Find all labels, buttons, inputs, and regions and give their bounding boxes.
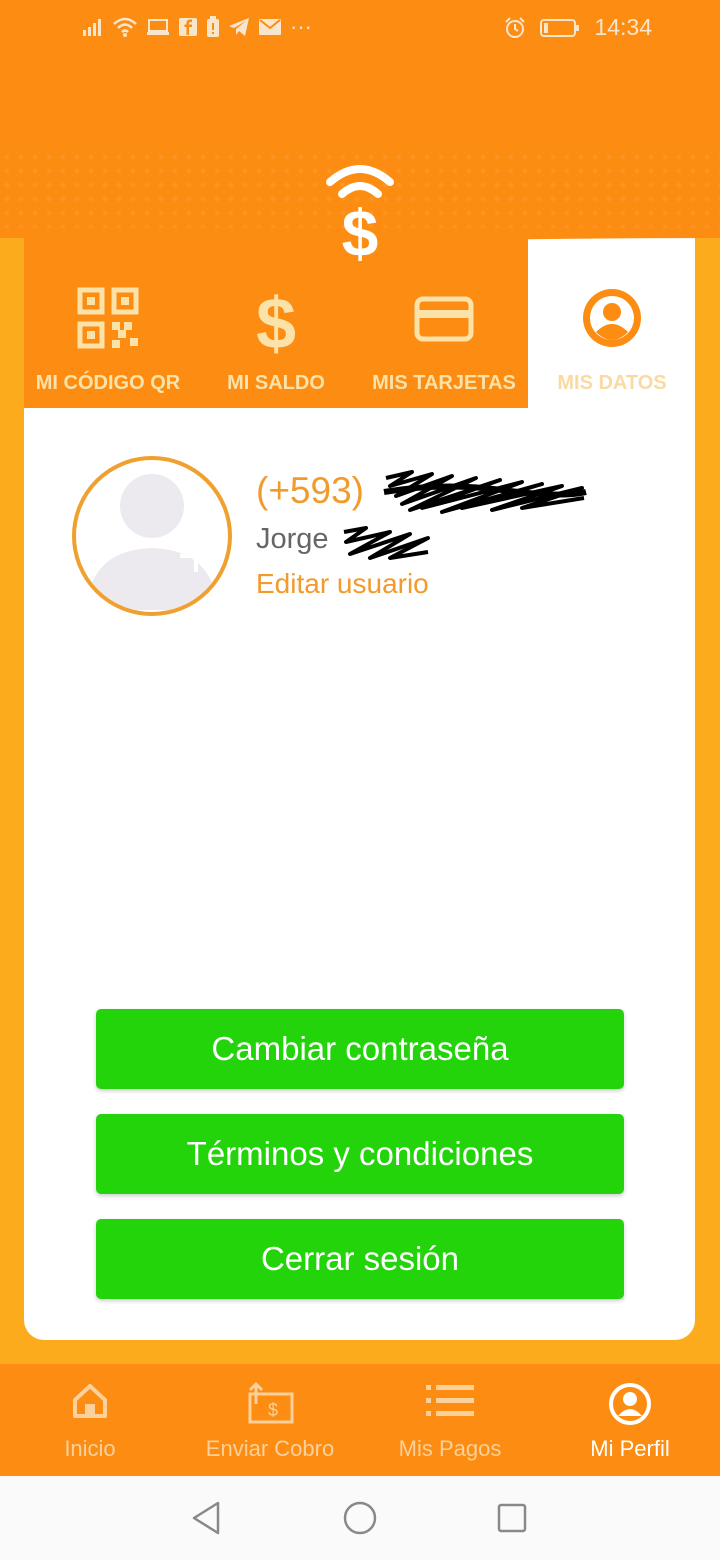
telegram-icon bbox=[229, 18, 249, 36]
tab-label: MIS DATOS bbox=[557, 372, 667, 394]
tab-mi-saldo[interactable]: $ MI SALDO bbox=[192, 280, 360, 408]
app-logo-icon: $ bbox=[326, 165, 394, 264]
add-photo-avatar-icon bbox=[86, 474, 218, 610]
send-payment-icon: $ bbox=[248, 1382, 294, 1424]
avatar[interactable] bbox=[72, 456, 232, 616]
recents-icon[interactable] bbox=[496, 1500, 528, 1536]
nav-item-mi-perfil[interactable]: Mi Perfil bbox=[540, 1364, 720, 1476]
battery-icon bbox=[540, 18, 580, 37]
nav-item-enviar-cobro[interactable]: $ Enviar Cobro bbox=[180, 1364, 360, 1476]
more-icon: ··· bbox=[290, 14, 312, 39]
tab-label: MI CÓDIGO QR bbox=[35, 372, 181, 394]
user-name: Jorge bbox=[256, 523, 329, 555]
nav-label: Mi Perfil bbox=[590, 1436, 670, 1461]
home-circle-icon[interactable] bbox=[343, 1500, 377, 1536]
nav-label: Mis Pagos bbox=[398, 1436, 502, 1461]
nav-item-mis-pagos[interactable]: Mis Pagos bbox=[360, 1364, 540, 1476]
list-icon bbox=[426, 1385, 474, 1416]
status-time: 14:34 bbox=[594, 14, 652, 40]
status-bar: ··· 14:34 bbox=[0, 0, 720, 56]
qr-code-icon bbox=[77, 287, 139, 349]
nav-item-inicio[interactable]: Inicio bbox=[0, 1364, 180, 1476]
battery-saver-icon bbox=[207, 16, 219, 37]
edit-user-link[interactable]: Editar usuario bbox=[256, 568, 429, 600]
change-password-button[interactable]: Cambiar contraseña bbox=[96, 1009, 624, 1089]
status-left-icons: ··· bbox=[82, 14, 312, 40]
nav-label: Enviar Cobro bbox=[205, 1436, 335, 1461]
alarm-icon bbox=[505, 16, 526, 38]
svg-text:$: $ bbox=[268, 1400, 278, 1420]
tab-mis-datos[interactable]: MIS DATOS bbox=[528, 280, 696, 408]
redacted-last-name bbox=[343, 526, 430, 560]
system-nav-bar bbox=[0, 1476, 720, 1560]
logout-button[interactable]: Cerrar sesión bbox=[96, 1219, 624, 1299]
status-right-icons: 14:34 bbox=[504, 14, 652, 41]
back-icon[interactable] bbox=[190, 1500, 222, 1536]
tab-label: MIS TARJETAS bbox=[372, 372, 516, 394]
laptop-icon bbox=[147, 19, 169, 35]
user-circle-icon bbox=[583, 289, 641, 347]
mail-icon bbox=[259, 19, 281, 35]
signal-icon bbox=[83, 19, 101, 36]
svg-text:$: $ bbox=[342, 196, 379, 264]
card-icon bbox=[414, 296, 474, 342]
bottom-nav: Inicio $ Enviar Cobro Mis Pagos Mi Perfi… bbox=[0, 1364, 720, 1476]
tab-mis-tarjetas[interactable]: MIS TARJETAS bbox=[360, 280, 528, 408]
svg-text:$: $ bbox=[256, 286, 296, 356]
phone-number: (+593) bbox=[256, 470, 364, 511]
nav-label: Inicio bbox=[64, 1436, 116, 1461]
tab-mi-codigo-qr[interactable]: MI CÓDIGO QR bbox=[24, 280, 192, 408]
home-icon bbox=[73, 1384, 107, 1418]
user-circle-icon bbox=[609, 1383, 651, 1425]
facebook-icon bbox=[179, 18, 197, 36]
tab-label: MI SALDO bbox=[227, 372, 325, 394]
dollar-icon: $ bbox=[256, 286, 296, 356]
wifi-icon bbox=[113, 17, 137, 37]
terms-button[interactable]: Términos y condiciones bbox=[96, 1114, 624, 1194]
redacted-phone bbox=[383, 470, 587, 514]
